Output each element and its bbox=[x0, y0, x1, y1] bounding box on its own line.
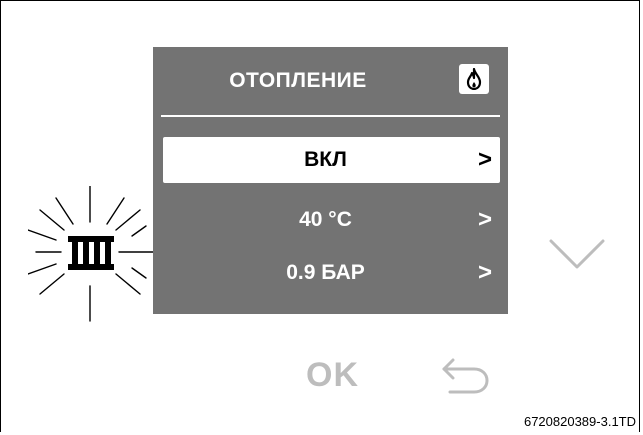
radiator-icon bbox=[27, 185, 159, 322]
figure-reference: 6720820389-3.1TD bbox=[523, 414, 636, 429]
flame-icon bbox=[459, 64, 489, 94]
chevron-right-icon: > bbox=[477, 206, 492, 233]
chevron-down-icon bbox=[549, 239, 605, 269]
menu-item-on[interactable]: ВКЛ > bbox=[163, 137, 500, 183]
menu-item-label: 0.9 БАР bbox=[286, 261, 365, 284]
ok-button[interactable]: OK bbox=[306, 356, 359, 395]
menu-item-label: 40 °C bbox=[299, 208, 352, 231]
chevron-right-icon: > bbox=[477, 259, 492, 286]
chevron-right-icon: > bbox=[477, 146, 492, 173]
menu-item-label: ВКЛ bbox=[304, 148, 347, 171]
back-arrow-icon bbox=[442, 358, 489, 394]
screen-title: ОТОПЛЕНИЕ bbox=[229, 69, 367, 92]
menu-item-pressure[interactable]: 0.9 БАР > bbox=[163, 250, 500, 296]
display-screen: ОТОПЛЕНИЕ ВКЛ > 40 °C > 0.9 БАР > bbox=[153, 47, 508, 314]
heating-mode-button[interactable] bbox=[27, 185, 163, 331]
back-button[interactable] bbox=[440, 358, 492, 399]
down-button[interactable] bbox=[548, 237, 606, 278]
menu-item-temperature[interactable]: 40 °C > bbox=[163, 197, 500, 243]
header-divider bbox=[161, 115, 500, 117]
